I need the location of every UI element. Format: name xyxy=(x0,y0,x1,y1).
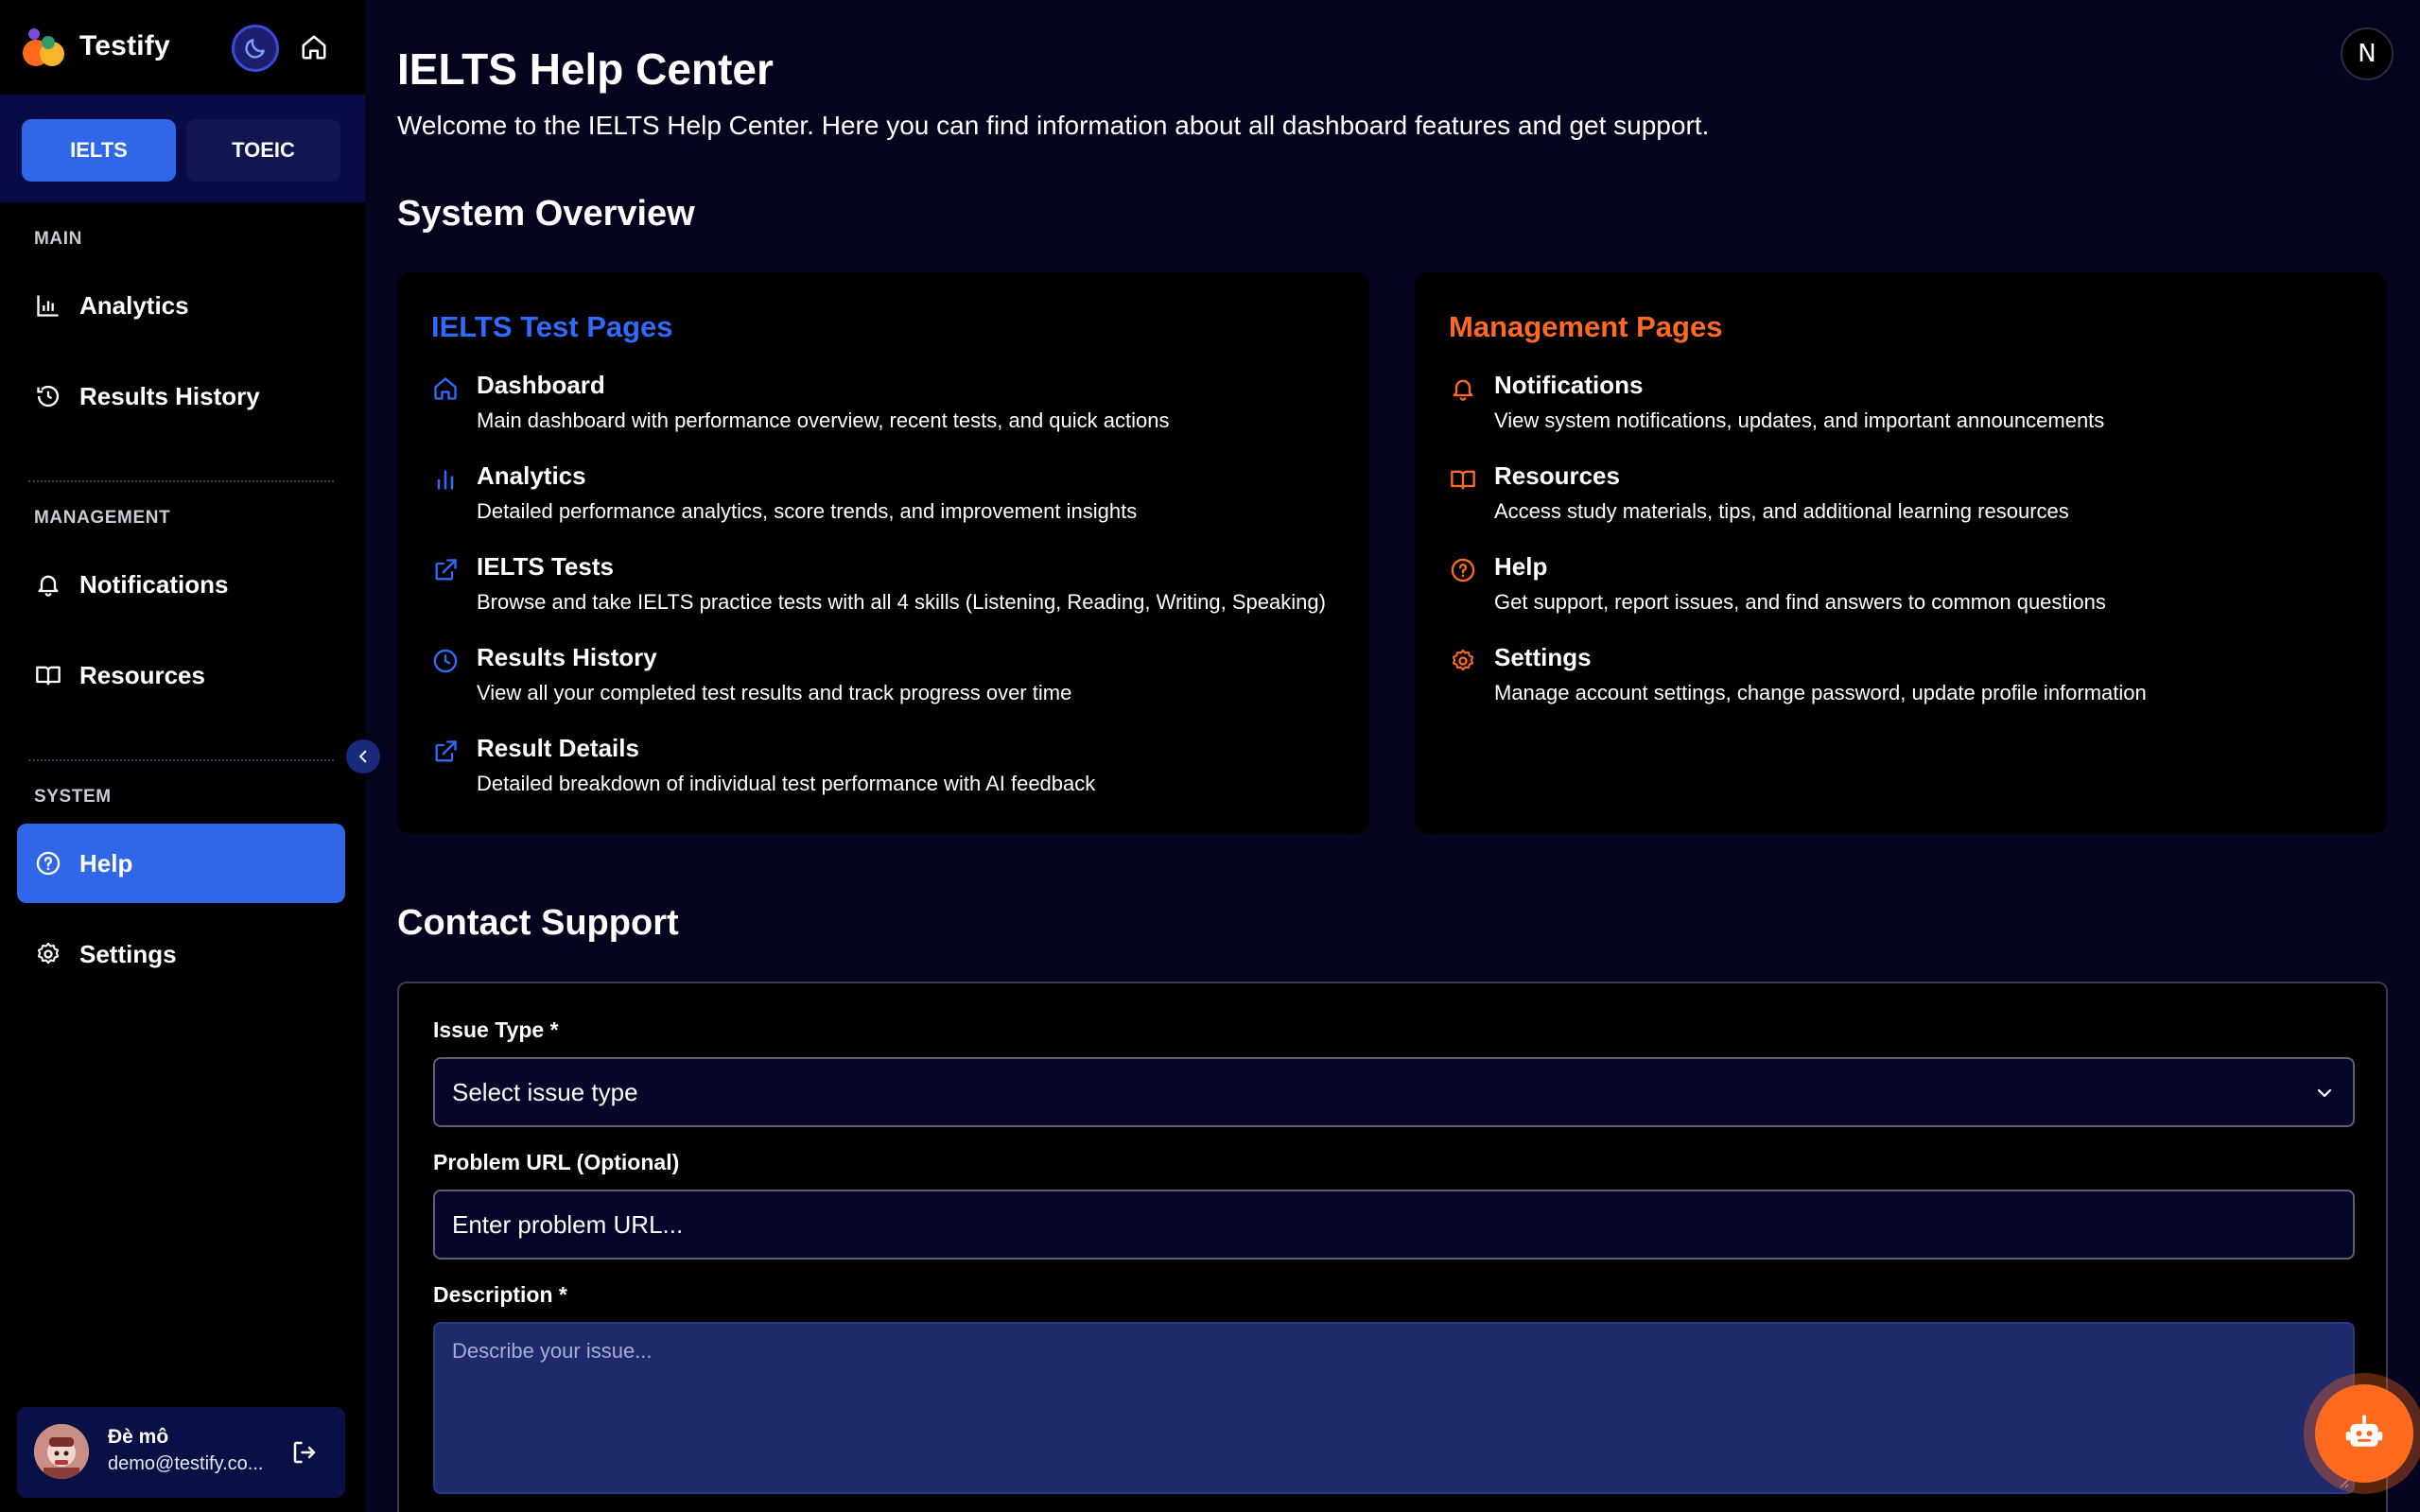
sidebar-item-label: Settings xyxy=(79,939,177,968)
sidebar-item-label: Help xyxy=(79,848,133,878)
external-link-icon xyxy=(431,556,460,584)
robot-icon xyxy=(2315,1384,2413,1483)
home-icon xyxy=(431,374,460,403)
feature-title: Settings xyxy=(1494,643,1592,671)
feature-desc: Browse and take IELTS practice tests wit… xyxy=(477,590,1326,614)
sidebar-item-settings[interactable]: Settings xyxy=(17,914,345,994)
contact-support-heading: Contact Support xyxy=(397,903,679,943)
gear-icon xyxy=(1449,647,1477,675)
book-icon xyxy=(1449,465,1477,494)
feature-desc: Get support, report issues, and find ans… xyxy=(1494,590,2106,614)
section-system-label: SYSTEM xyxy=(34,787,112,807)
avatar[interactable] xyxy=(34,1424,89,1479)
sidebar-item-label: Results History xyxy=(79,381,260,410)
feature-title: Resources xyxy=(1494,461,1620,490)
brand-name: Testify xyxy=(79,30,170,61)
user-card: Đè mô demo@testify.co... xyxy=(17,1407,345,1498)
sidebar-item-resources[interactable]: Resources xyxy=(17,635,345,715)
sidebar-item-label: Resources xyxy=(79,660,205,689)
management-pages-card: Management Pages Notifications View syst… xyxy=(1415,272,2387,834)
feature-title: Dashboard xyxy=(477,371,605,399)
logout-icon[interactable] xyxy=(287,1435,322,1469)
page-title: IELTS Help Center xyxy=(397,44,774,94)
bell-icon xyxy=(1449,374,1477,403)
contact-support-form: Issue Type * Select issue type Problem U… xyxy=(397,982,2388,1512)
moon-icon[interactable] xyxy=(232,25,279,72)
description-placeholder: Describe your issue... xyxy=(452,1339,653,1363)
feature-title: Analytics xyxy=(477,461,586,490)
external-link-icon xyxy=(431,738,460,766)
clock-icon xyxy=(431,647,460,675)
help-circle-icon xyxy=(34,849,62,878)
feature-desc: Manage account settings, change password… xyxy=(1494,681,2147,704)
sidebar-item-analytics[interactable]: Analytics xyxy=(17,266,345,345)
profile-button[interactable]: N xyxy=(2341,27,2394,80)
feature-title: Results History xyxy=(477,643,657,671)
feature-title: Result Details xyxy=(477,734,639,762)
feature-desc: Main dashboard with performance overview… xyxy=(477,408,1170,432)
sidebar-item-help[interactable]: Help xyxy=(17,824,345,903)
sidebar-item-results-history[interactable]: Results History xyxy=(17,356,345,436)
section-management-label: MANAGEMENT xyxy=(34,508,171,528)
tab-ielts[interactable]: IELTS xyxy=(22,119,176,182)
sidebar-collapse-button[interactable] xyxy=(346,739,380,773)
chatbot-button[interactable] xyxy=(2304,1373,2420,1494)
feature-desc: View system notifications, updates, and … xyxy=(1494,408,2105,432)
sidebar-divider xyxy=(28,759,334,761)
user-name: Đè mô xyxy=(108,1426,169,1448)
sidebar: Testify IELTS TOEIC MAIN Analytics Resul… xyxy=(0,0,365,1512)
description-textarea[interactable]: Describe your issue... xyxy=(433,1322,2355,1494)
section-main-label: MAIN xyxy=(34,229,82,249)
user-email: demo@testify.co... xyxy=(108,1453,264,1474)
testify-logo[interactable] xyxy=(21,25,70,70)
feature-desc: Access study materials, tips, and additi… xyxy=(1494,499,2069,523)
gear-icon xyxy=(34,940,62,968)
issue-type-label: Issue Type * xyxy=(433,1017,559,1042)
card-title: IELTS Test Pages xyxy=(431,310,673,343)
issue-type-value: Select issue type xyxy=(452,1077,638,1106)
feature-desc: View all your completed test results and… xyxy=(477,681,1072,704)
problem-url-input[interactable]: Enter problem URL... xyxy=(433,1190,2355,1260)
feature-title: IELTS Tests xyxy=(477,552,614,581)
bar-chart-icon xyxy=(34,291,62,320)
ielts-test-pages-card: IELTS Test Pages Dashboard Main dashboar… xyxy=(397,272,1369,834)
chevron-down-icon xyxy=(2317,1088,2332,1098)
help-circle-icon xyxy=(1449,556,1477,584)
page-subtitle: Welcome to the IELTS Help Center. Here y… xyxy=(397,111,1710,140)
feature-desc: Detailed breakdown of individual test pe… xyxy=(477,772,1096,795)
tab-toeic[interactable]: TOEIC xyxy=(186,119,340,182)
brand-bar: Testify xyxy=(0,0,365,95)
home-icon[interactable] xyxy=(297,30,331,64)
issue-type-select[interactable]: Select issue type xyxy=(433,1057,2355,1127)
chevron-left-icon xyxy=(359,750,367,763)
sidebar-item-notifications[interactable]: Notifications xyxy=(17,545,345,624)
bar-chart-icon xyxy=(431,465,460,494)
bell-icon xyxy=(34,570,62,599)
sidebar-item-label: Analytics xyxy=(79,290,189,320)
card-title: Management Pages xyxy=(1449,310,1723,343)
feature-title: Notifications xyxy=(1494,371,1644,399)
problem-url-label: Problem URL (Optional) xyxy=(433,1150,680,1174)
sidebar-divider xyxy=(28,480,334,482)
exam-tabs: IELTS TOEIC xyxy=(0,95,365,202)
feature-desc: Detailed performance analytics, score tr… xyxy=(477,499,1138,523)
system-overview-heading: System Overview xyxy=(397,194,695,234)
feature-title: Help xyxy=(1494,552,1548,581)
book-icon xyxy=(34,661,62,689)
description-label: Description * xyxy=(433,1282,567,1307)
history-icon xyxy=(34,382,62,410)
sidebar-item-label: Notifications xyxy=(79,569,229,599)
